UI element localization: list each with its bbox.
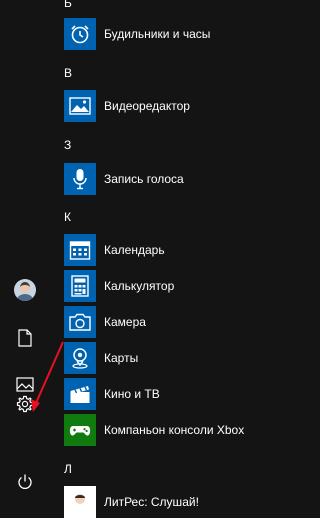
xbox-companion-icon (69, 426, 91, 436)
alarm-clock-icon (71, 25, 89, 44)
calendar-icon (69, 241, 91, 260)
app-label: ЛитРес: Слушай! (104, 495, 199, 509)
user-avatar-button[interactable] (4, 272, 46, 308)
app-label: Карты (104, 351, 139, 365)
app-calculator[interactable]: Калькулятор (64, 270, 304, 302)
group-header-b[interactable]: Б (64, 0, 72, 10)
group-header-l[interactable]: Л (64, 462, 72, 476)
power-icon (18, 474, 32, 489)
documents-button[interactable] (4, 320, 46, 356)
app-label: Календарь (104, 243, 165, 257)
app-xbox-console-companion[interactable]: Компаньон консоли Xbox (64, 414, 304, 446)
app-alarms-clock[interactable]: Будильники и часы (64, 18, 304, 50)
app-video-editor[interactable]: Видеоредактор (64, 90, 304, 122)
map-pin-icon (72, 348, 88, 369)
avatar (14, 279, 36, 301)
group-header-k[interactable]: К (64, 210, 71, 224)
app-camera[interactable]: Камера (64, 306, 304, 338)
app-label: Запись голоса (104, 172, 184, 186)
settings-button[interactable] (4, 386, 46, 422)
app-label: Видеоредактор (104, 99, 190, 113)
app-label: Калькулятор (104, 279, 175, 293)
app-litres-listen[interactable]: ЛитРес: Слушай! (64, 486, 304, 518)
app-label: Камера (104, 315, 146, 329)
group-header-v[interactable]: В (64, 66, 72, 80)
start-menu-rail (0, 0, 50, 505)
app-label: Кино и ТВ (104, 387, 160, 401)
document-icon (18, 329, 32, 347)
microphone-icon (73, 169, 87, 190)
group-header-z[interactable]: З (64, 138, 71, 152)
app-calendar[interactable]: Календарь (64, 234, 304, 266)
camera-icon (69, 313, 91, 331)
power-button[interactable] (4, 464, 46, 500)
litres-icon (75, 494, 85, 504)
gear-icon (16, 395, 34, 413)
app-label: Компаньон консоли Xbox (104, 423, 245, 437)
app-label: Будильники и часы (104, 27, 211, 41)
clapperboard-icon (70, 386, 90, 403)
photo-video-icon (69, 97, 91, 115)
app-movies-tv[interactable]: Кино и ТВ (64, 378, 304, 410)
calculator-icon (71, 275, 89, 297)
app-voice-recorder[interactable]: Запись голоса (64, 163, 304, 195)
app-maps[interactable]: Карты (64, 342, 304, 374)
